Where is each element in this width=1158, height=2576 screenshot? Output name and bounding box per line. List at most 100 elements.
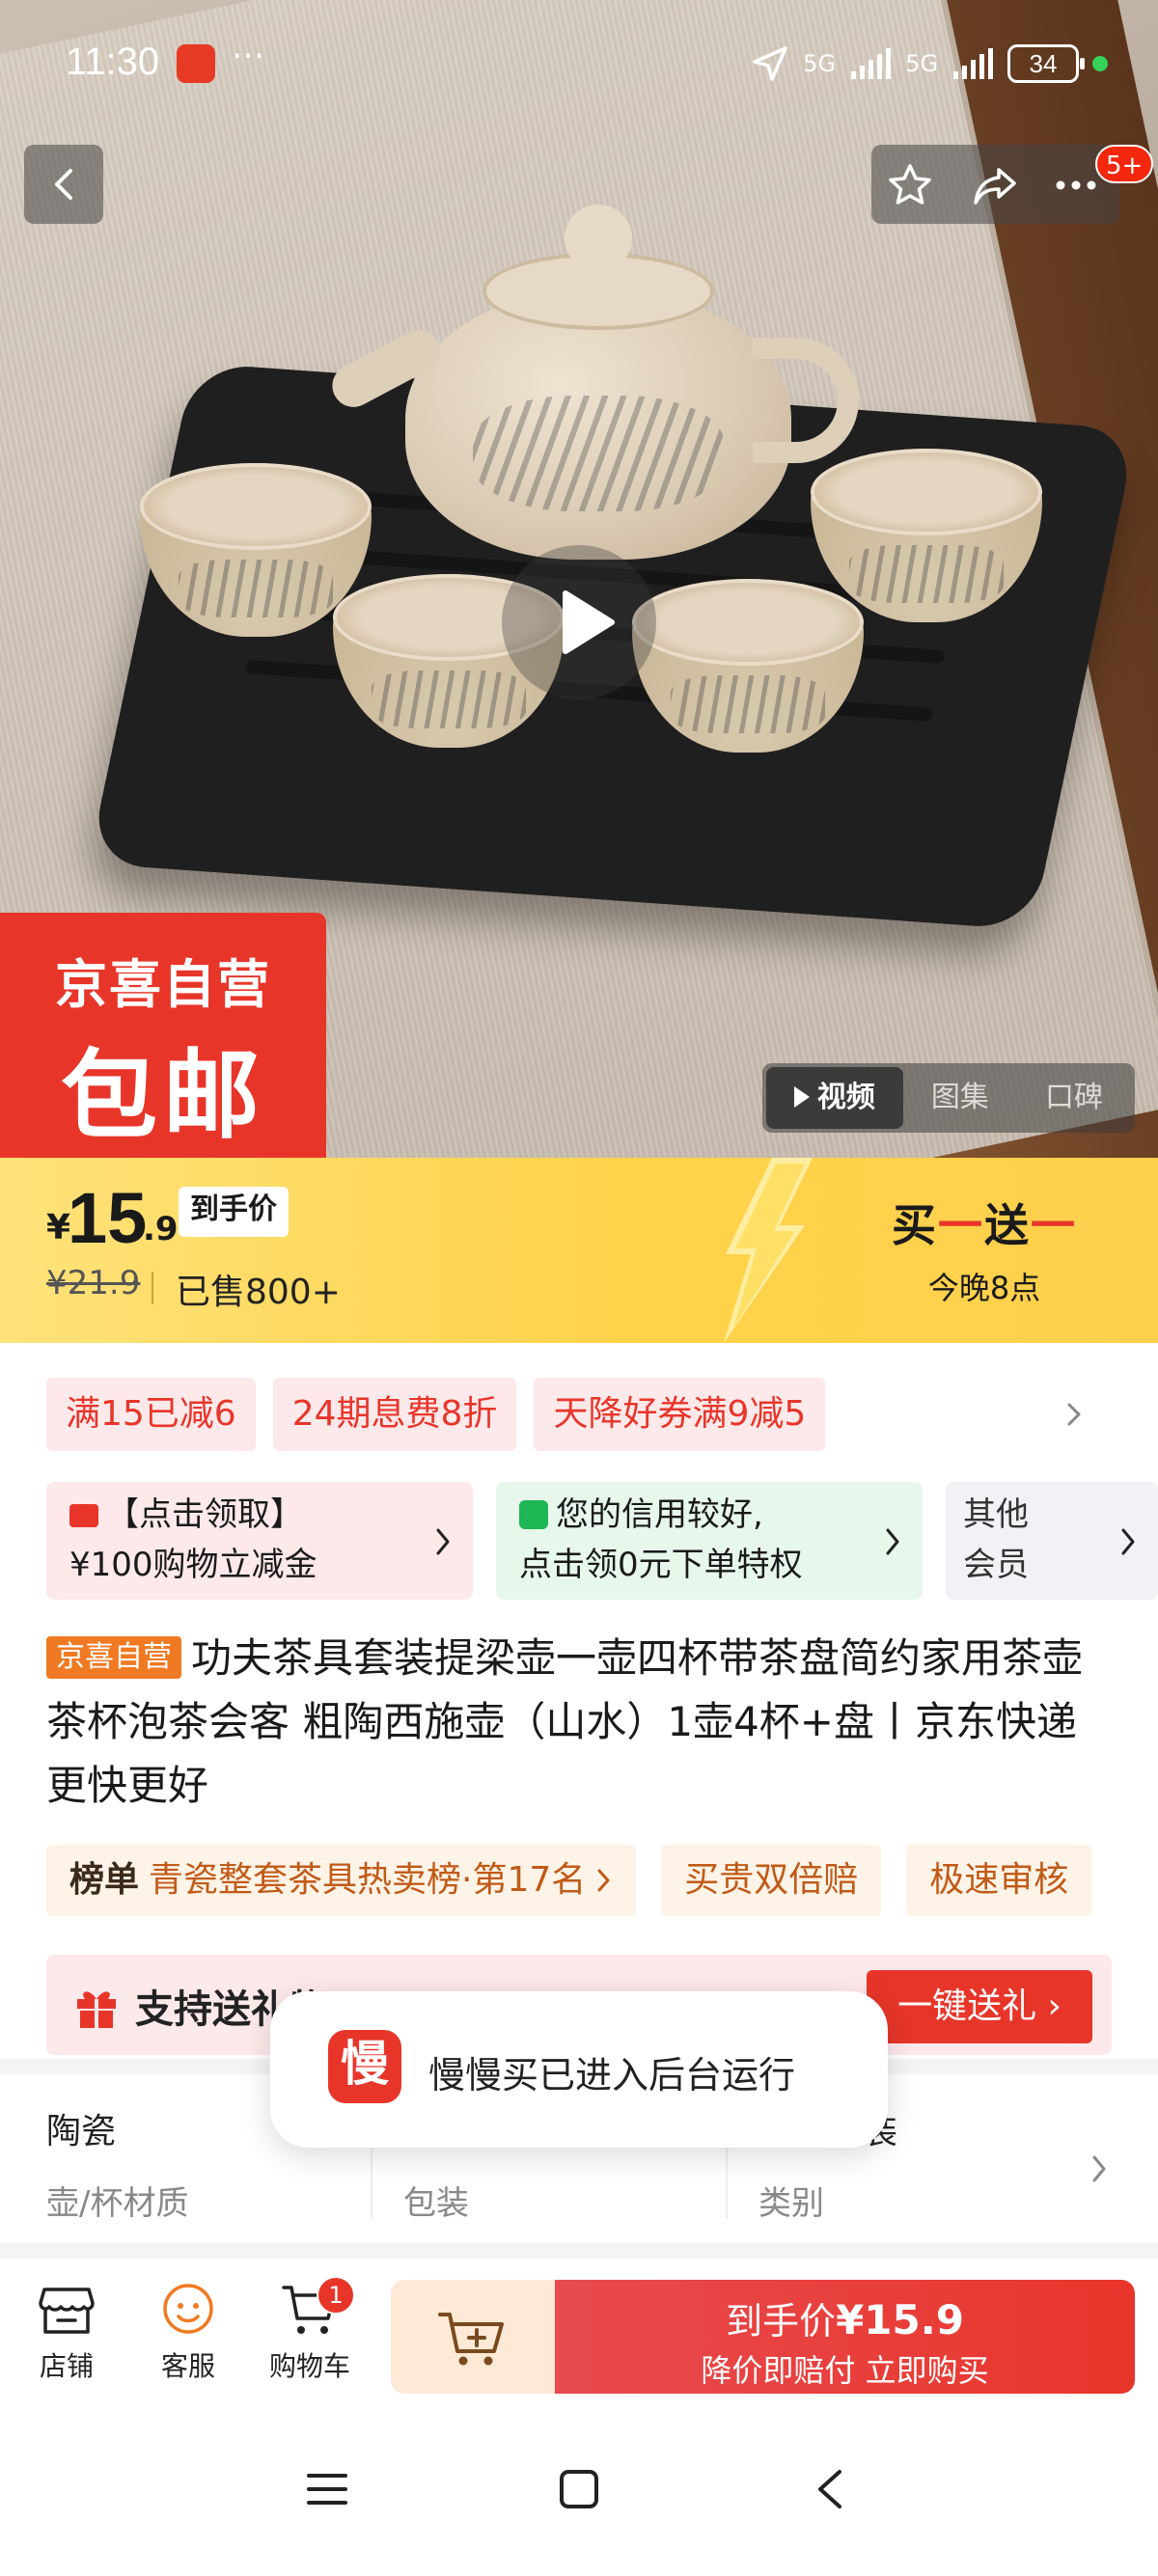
chevron-right-icon (436, 1528, 450, 1555)
ranking-label: 榜单 (69, 1860, 140, 1900)
back-button[interactable] (24, 145, 103, 224)
status-right: 5G 5G 34 (751, 42, 1108, 85)
location-arrow-icon (753, 46, 787, 81)
credit-privilege-card[interactable]: 您的信用较好, 点击领0元下单特权 (496, 1482, 923, 1600)
cup-rim (811, 449, 1042, 535)
spec-key: 包装 (403, 2184, 469, 2223)
card2-line2: 点击领0元下单特权 (519, 1546, 803, 1584)
chevron-right-icon (1121, 1528, 1135, 1555)
play-small-icon (793, 1086, 810, 1108)
chevron-right-icon (886, 1528, 899, 1555)
buy-line2: 降价即赔付 立即购买 (701, 2352, 989, 2389)
tab-gallery[interactable]: 图集 (903, 1067, 1017, 1129)
lightning-icon (724, 1158, 813, 1343)
spec-key: 壶/杯材质 (46, 2184, 189, 2223)
privacy-indicator-dot (1092, 56, 1108, 71)
share-icon[interactable] (972, 162, 1018, 208)
price-decimal: .9 (143, 1210, 179, 1248)
media-tabs: 视频 图集 口碑 (762, 1063, 1135, 1133)
home-square-icon[interactable] (557, 2467, 601, 2511)
menu-icon[interactable] (305, 2467, 349, 2511)
send-gift-button[interactable]: 一键送礼 › (867, 1970, 1092, 2043)
card1-line2: ¥100购物立减金 (69, 1546, 317, 1584)
app-notification-icon (177, 44, 215, 83)
battery-icon: 34 (1007, 44, 1085, 83)
tab-video[interactable]: 视频 (766, 1067, 903, 1129)
promo-word: 一 (1031, 1199, 1077, 1251)
card2-line1-text: 您的信用较好, (556, 1495, 763, 1534)
landscape-painting (849, 545, 1004, 603)
gift-icon (77, 1991, 116, 2028)
jx-self-operated-badge: 京喜自营 (46, 1636, 181, 1679)
customer-service-icon (163, 2284, 213, 2334)
landscape-painting (372, 671, 526, 728)
card3-line2: 会员 (963, 1546, 1029, 1584)
status-more: ··· (232, 37, 265, 76)
signal-bars-icon (953, 48, 993, 79)
promo-buy-one-get-one[interactable]: 买一送一 今晚8点 (868, 1191, 1100, 1308)
other-membership-card[interactable]: 其他 会员 (946, 1482, 1158, 1600)
back-triangle-icon[interactable] (809, 2467, 853, 2511)
final-price-tag: 到手价 (179, 1187, 289, 1237)
customer-service-button[interactable]: 客服 (135, 2280, 241, 2384)
chevron-right-icon (597, 1869, 610, 1892)
tag-row: 榜单 青瓷整套茶具热卖榜·第17名 买贵双倍赔 极速审核 (46, 1845, 1092, 1916)
toast-text: 慢慢买已进入后台运行 (428, 2054, 796, 2096)
status-time: 11:30 (66, 41, 160, 83)
card2-line1: 您的信用较好, (519, 1490, 905, 1540)
cart-count-badge: 1 (317, 2276, 355, 2315)
coupon-chip[interactable]: 24期息费8折 (272, 1378, 517, 1451)
ranking-text: 青瓷整套茶具热卖榜·第17名 (149, 1860, 587, 1900)
fast-review-tag[interactable]: 极速审核 (906, 1845, 1092, 1916)
tab-video-label: 视频 (816, 1081, 875, 1114)
coupon-chip[interactable]: 天降好券满9减5 (534, 1378, 826, 1451)
landscape-painting (473, 396, 724, 511)
add-cart-icon (438, 2313, 504, 2366)
price-integer: 15 (68, 1178, 148, 1258)
buy-prefix: 到手价 (726, 2300, 837, 2343)
background-running-toast: 慢 慢慢买已进入后台运行 (270, 1991, 888, 2148)
signal-bars-icon (851, 48, 892, 79)
promo-title: 买一送一 (868, 1191, 1100, 1254)
badge-line1: 京喜自营 (55, 954, 271, 1015)
divider (152, 1272, 153, 1304)
store-button[interactable]: 店铺 (14, 2280, 120, 2384)
product-title[interactable]: 京喜自营 功夫茶具套装提梁壶一壶四杯带茶盘简约家用茶壶茶杯泡茶会客 粗陶西施壶（山… (46, 1627, 1117, 1818)
message-badge: 5+ (1095, 145, 1154, 183)
signal-5g-label-2: 5G (905, 50, 938, 77)
favorite-star-icon[interactable] (887, 162, 933, 208)
promo-time: 今晚8点 (927, 1270, 1041, 1306)
cup-rim (632, 579, 864, 666)
manmanmai-app-icon: 慢 (328, 2030, 401, 2103)
more-icon[interactable] (1053, 162, 1099, 208)
top-actions (871, 145, 1119, 224)
tab-reviews[interactable]: 口碑 (1017, 1067, 1131, 1129)
store-label: 店铺 (39, 2350, 94, 2382)
shopping-credit-card[interactable]: 【点击领取】 ¥100购物立减金 (46, 1482, 473, 1600)
signal-5g-label: 5G (803, 50, 837, 77)
send-gift-label: 一键送礼 (897, 1987, 1037, 2026)
chevron-right-icon (1092, 2155, 1106, 2182)
card1-line1-text: 【点击领取】 (106, 1495, 303, 1534)
status-bar: 11:30 ··· 5G 5G 34 (0, 0, 1158, 130)
free-shipping-badge: 京喜自营 包邮 (0, 913, 326, 1158)
landscape-painting (671, 675, 825, 733)
product-title-text: 功夫茶具套装提梁壶一壶四杯带茶盘简约家用茶壶茶杯泡茶会客 粗陶西施壶（山水）1壶… (46, 1634, 1084, 1809)
badge-line2: 包邮 (61, 1039, 265, 1152)
card1-line1: 【点击领取】 (69, 1490, 455, 1540)
buy-now-button[interactable]: 到手价¥15.9 降价即赔付 立即购买 (555, 2280, 1135, 2394)
coupon-row: 满15已减6 24期息费8折 天降好券满9减5 (46, 1378, 826, 1451)
store-icon (39, 2288, 95, 2334)
play-icon (563, 590, 615, 654)
play-video-button[interactable] (502, 545, 656, 699)
coupon-chip[interactable]: 满15已减6 (46, 1378, 256, 1451)
add-to-cart-button[interactable] (391, 2280, 555, 2394)
buy-line1: 到手价¥15.9 (555, 2291, 1135, 2344)
double-refund-tag[interactable]: 买贵双倍赔 (661, 1845, 882, 1916)
landscape-painting (179, 560, 333, 617)
spec-key: 类别 (758, 2184, 824, 2223)
chevron-right-icon[interactable] (1063, 1391, 1087, 1438)
ranking-tag[interactable]: 榜单 青瓷整套茶具热卖榜·第17名 (46, 1845, 637, 1916)
promo-word: 一 (938, 1199, 984, 1251)
chevron-left-icon (55, 169, 72, 200)
